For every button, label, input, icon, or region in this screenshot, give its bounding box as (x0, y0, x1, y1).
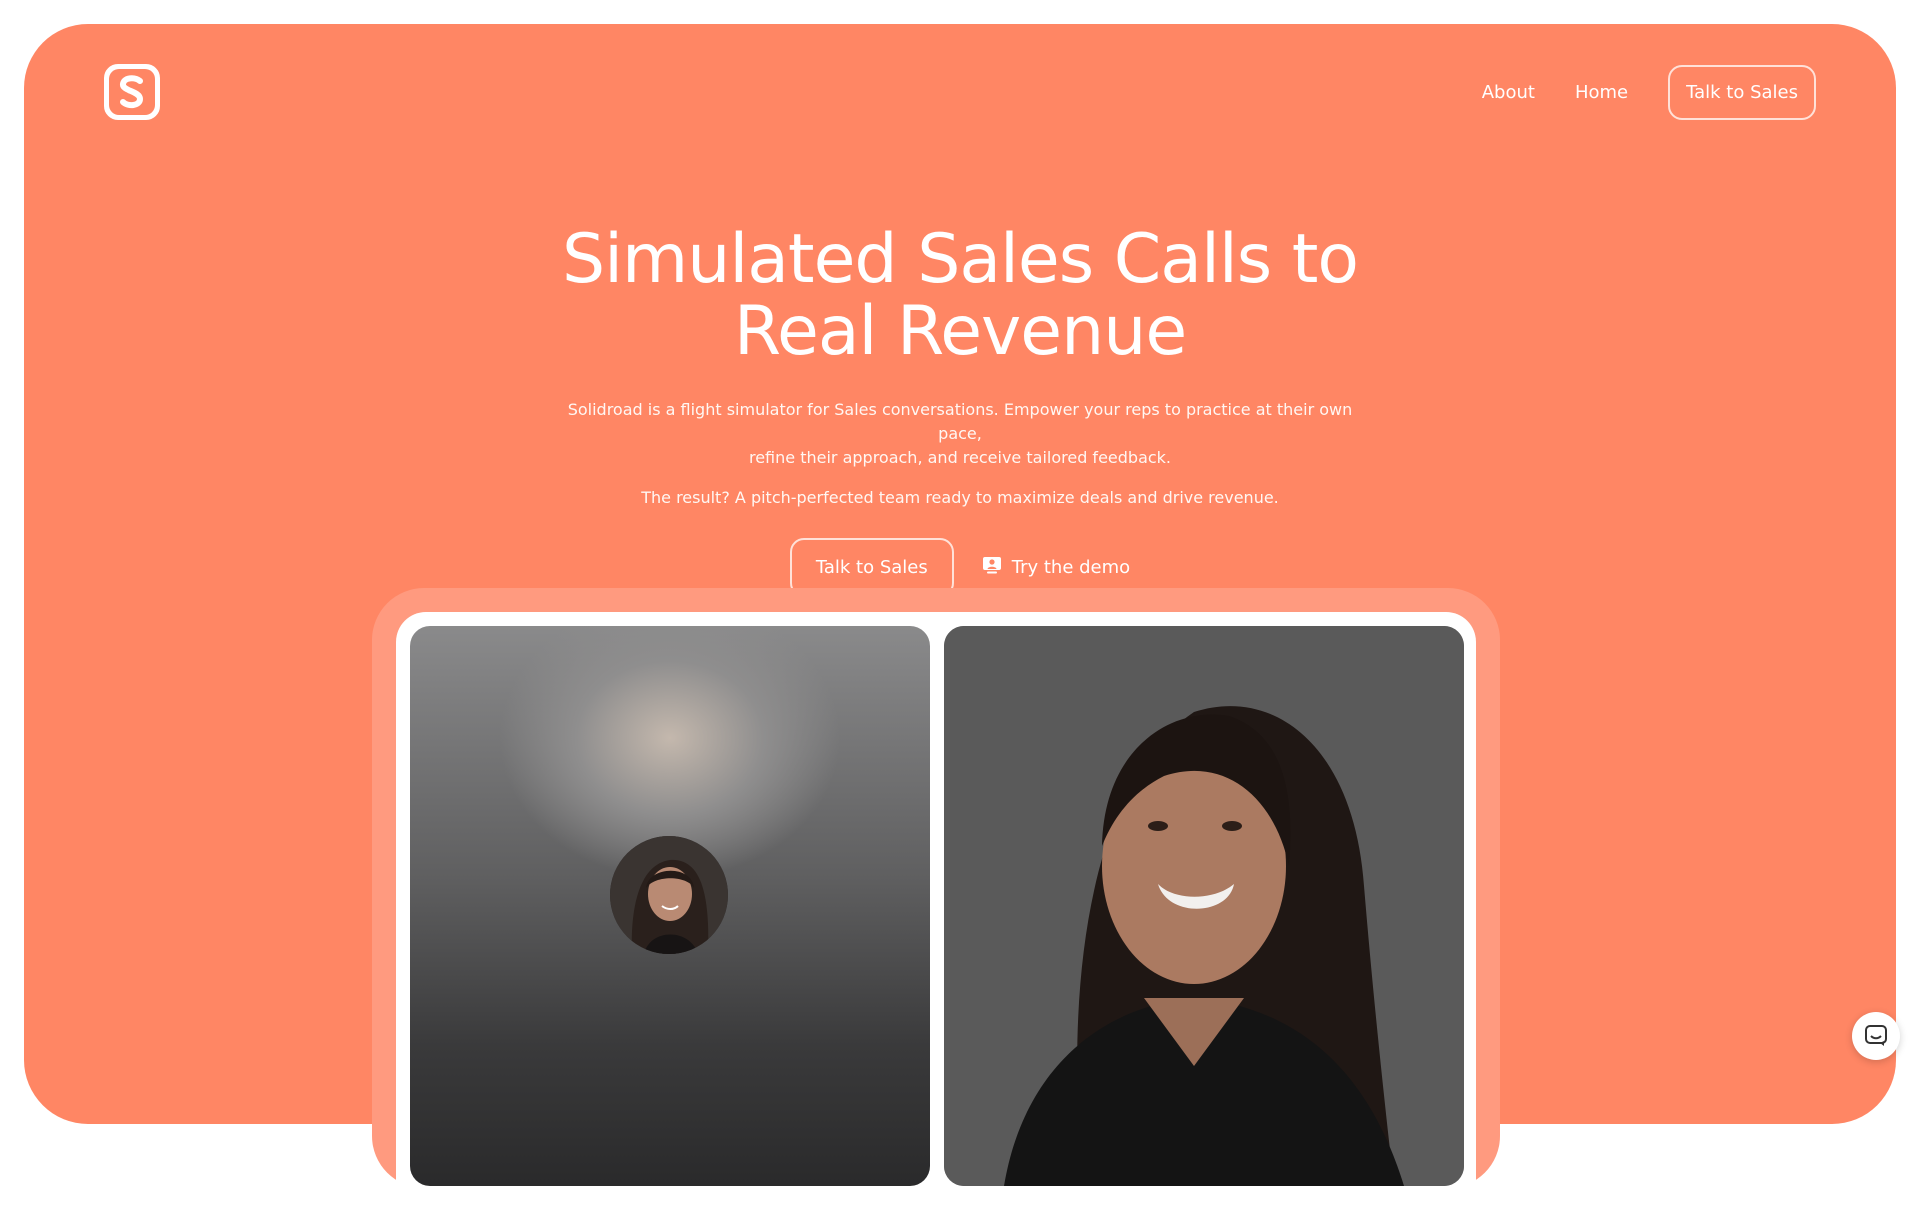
user-presentation-icon (982, 556, 1002, 579)
page-title: Simulated Sales Calls to Real Revenue (24, 224, 1896, 368)
caller-avatar-photo (610, 836, 728, 954)
headline-line-1: Simulated Sales Calls to (561, 220, 1359, 299)
nav-link-about[interactable]: About (1482, 82, 1535, 103)
participant-video-tile (944, 626, 1464, 1186)
logo-icon[interactable] (104, 64, 160, 120)
description-line-1: Solidroad is a flight simulator for Sale… (567, 400, 1353, 443)
participant-video-photo (944, 626, 1464, 1186)
hero-result-text: The result? A pitch-perfected team ready… (641, 488, 1279, 507)
nav-talk-to-sales-button[interactable]: Talk to Sales (1668, 64, 1816, 120)
hero-content: Simulated Sales Calls to Real Revenue So… (24, 224, 1896, 597)
nav-link-home[interactable]: Home (1575, 82, 1628, 103)
description-line-2: refine their approach, and receive tailo… (748, 448, 1172, 467)
top-nav: About Home Talk to Sales (1482, 64, 1816, 120)
headline-line-2: Real Revenue (733, 292, 1187, 371)
caller-video-tile (410, 626, 930, 1186)
chat-support-icon[interactable] (1852, 1012, 1900, 1060)
try-demo-label: Try the demo (1011, 557, 1131, 578)
hero-description: Solidroad is a flight simulator for Sale… (560, 398, 1360, 470)
try-demo-button[interactable]: Try the demo (982, 556, 1130, 579)
